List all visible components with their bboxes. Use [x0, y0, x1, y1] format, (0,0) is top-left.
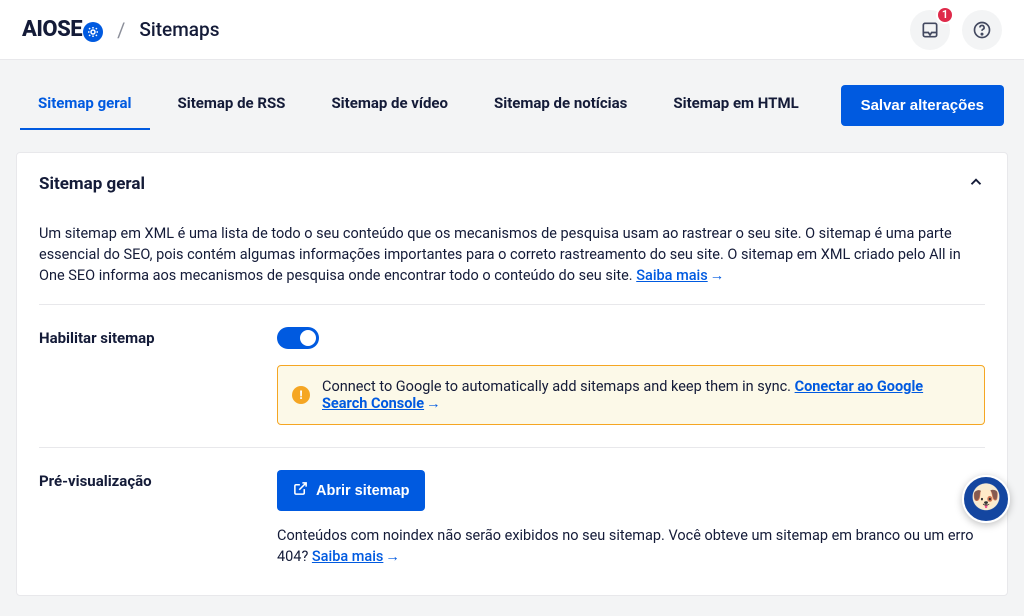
tab-sitemap-video[interactable]: Sitemap de vídeo — [313, 80, 466, 130]
learn-more-label: Saiba mais — [636, 267, 707, 284]
preview-learn-more-label: Saiba mais — [312, 548, 383, 565]
content-area: Sitemap geral Sitemap de RSS Sitemap de … — [0, 60, 1024, 616]
alert-text-wrap: Connect to Google to automatically add s… — [322, 378, 970, 412]
card-body: Um sitemap em XML é uma lista de todo o … — [17, 211, 1007, 595]
breadcrumb-separator: / — [117, 18, 125, 42]
row-label-enable: Habilitar sitemap — [39, 327, 277, 425]
google-connect-alert: ! Connect to Google to automatically add… — [277, 365, 985, 425]
tab-sitemap-html[interactable]: Sitemap em HTML — [655, 80, 816, 130]
tabs-row: Sitemap geral Sitemap de RSS Sitemap de … — [16, 80, 1008, 130]
help-button[interactable] — [962, 10, 1002, 50]
tab-sitemap-noticias[interactable]: Sitemap de notícias — [476, 80, 645, 130]
support-mascot-button[interactable]: 🐶 — [962, 475, 1010, 523]
card-description-text: Um sitemap em XML é uma lista de todo o … — [39, 225, 961, 284]
row-label-preview: Pré-visualização — [39, 470, 277, 567]
warning-icon: ! — [292, 386, 310, 404]
preview-learn-more-link[interactable]: Saiba mais → — [312, 548, 400, 565]
external-link-icon — [293, 481, 308, 500]
card-description: Um sitemap em XML é uma lista de todo o … — [39, 211, 985, 305]
arrow-right-icon: → — [385, 546, 400, 567]
arrow-right-icon: → — [710, 265, 725, 286]
notification-badge: 1 — [936, 6, 954, 24]
card-header[interactable]: Sitemap geral — [17, 153, 1007, 211]
brand-suffix: SE — [57, 17, 82, 42]
arrow-right-icon: → — [426, 395, 441, 412]
tab-sitemap-geral[interactable]: Sitemap geral — [20, 80, 150, 130]
card-sitemap-geral: Sitemap geral Um sitemap em XML é uma li… — [16, 152, 1008, 596]
topbar-actions: 1 — [910, 10, 1002, 50]
notifications-button[interactable]: 1 — [910, 10, 950, 50]
tab-sitemap-rss[interactable]: Sitemap de RSS — [160, 80, 304, 130]
row-content-preview: Abrir sitemap Conteúdos com noindex não … — [277, 470, 985, 567]
alert-text: Connect to Google to automatically add s… — [322, 378, 795, 395]
gear-icon — [83, 22, 103, 42]
row-content-enable: ! Connect to Google to automatically add… — [277, 327, 985, 425]
brand-logo[interactable]: AIO SE — [22, 17, 103, 42]
enable-sitemap-toggle[interactable] — [277, 327, 319, 349]
row-enable-sitemap: Habilitar sitemap ! Connect to Google to… — [39, 305, 985, 448]
card-title: Sitemap geral — [39, 174, 145, 194]
brand-block: AIO SE / Sitemaps — [22, 17, 219, 42]
open-sitemap-label: Abrir sitemap — [316, 483, 409, 499]
open-sitemap-button[interactable]: Abrir sitemap — [277, 470, 425, 511]
page-title: Sitemaps — [139, 18, 219, 41]
learn-more-link[interactable]: Saiba mais → — [636, 267, 724, 284]
brand-prefix: AIO — [22, 17, 57, 42]
save-button[interactable]: Salvar alterações — [841, 85, 1004, 126]
top-bar: AIO SE / Sitemaps 1 — [0, 0, 1024, 60]
row-preview: Pré-visualização Abrir sitemap Conteúdos… — [39, 448, 985, 573]
preview-note: Conteúdos com noindex não serão exibidos… — [277, 525, 985, 567]
chevron-up-icon — [967, 173, 985, 195]
